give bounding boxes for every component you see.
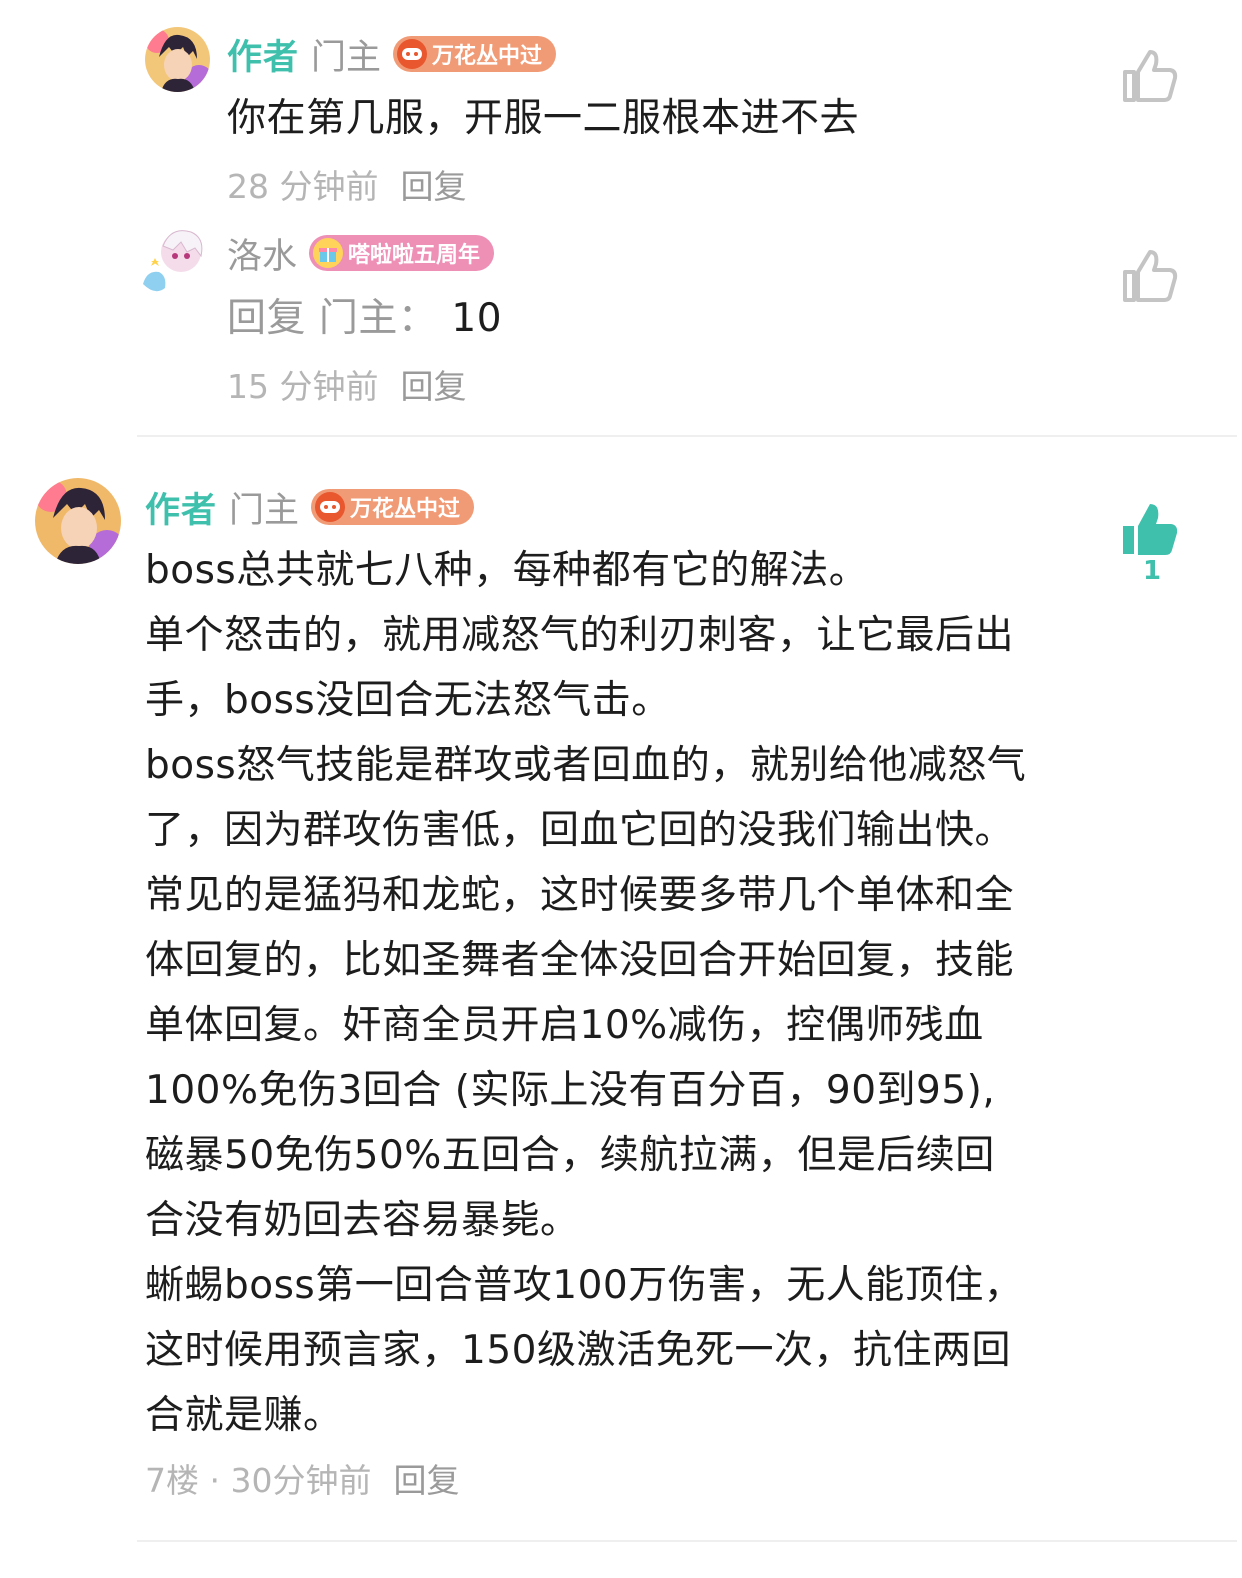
gamepad-icon xyxy=(315,492,346,522)
divider xyxy=(137,1540,1237,1542)
author-tag: 作者 xyxy=(227,37,300,78)
medal-label: 万花丛中过 xyxy=(432,44,543,69)
thumbs-up-icon xyxy=(1123,250,1178,302)
like-button[interactable] xyxy=(1120,246,1180,306)
gamepad-icon xyxy=(397,39,428,69)
timestamp: 15 分钟前 xyxy=(227,367,379,406)
post-line: boss总共就七八种，每种都有它的解法。 xyxy=(145,548,869,593)
gift-icon xyxy=(313,238,344,268)
username[interactable]: 门主 xyxy=(229,482,299,533)
avatar[interactable] xyxy=(35,478,121,564)
username[interactable]: 门主 xyxy=(311,29,381,80)
avatar[interactable] xyxy=(137,226,209,298)
post-line: 磁暴50免伤50%五回合，续航拉满，但是后续回 xyxy=(145,1133,995,1178)
author-tag: 作者 xyxy=(145,490,218,531)
reply-text: 回复 门主： 10 xyxy=(227,286,502,351)
username[interactable]: 洛水 xyxy=(227,228,297,279)
avatar[interactable] xyxy=(145,27,210,92)
post-line: 合就是赚。 xyxy=(145,1393,343,1438)
post-line: 合没有奶回去容易暴毙。 xyxy=(145,1198,580,1243)
reply-button[interactable]: 回复 xyxy=(393,1461,459,1500)
post-line: 了，因为群攻伤害低，回血它回的没我们输出快。 xyxy=(145,808,1015,853)
medal-badge[interactable]: 万花丛中过 xyxy=(311,489,475,525)
post-line: 这时候用预言家，150级激活免死一次，抗住两回 xyxy=(145,1328,1011,1373)
medal-label: 万花丛中过 xyxy=(350,497,461,522)
floor-and-time: 7楼 · 30分钟前 xyxy=(145,1461,372,1500)
timestamp: 28 分钟前 xyxy=(227,167,379,206)
like-button[interactable] xyxy=(1120,500,1180,560)
thumbs-up-filled-icon xyxy=(1123,504,1178,555)
reply-text: 你在第几服，开服一二服根本进不去 xyxy=(227,96,860,141)
post-meta: 7楼 · 30分钟前 回复 xyxy=(145,1454,459,1502)
reply-button[interactable]: 回复 xyxy=(400,367,466,406)
post-line: boss怒气技能是群攻或者回血的，就别给他减怒气 xyxy=(145,743,1027,788)
post-line: 100%免伤3回合 (实际上没有百分百，90到95), xyxy=(145,1068,996,1113)
post-line: 常见的是猛犸和龙蛇，这时候要多带几个单体和全 xyxy=(145,873,1015,918)
reply-meta: 28 分钟前 回复 xyxy=(227,160,466,208)
medal-label: 嗒啦啦五周年 xyxy=(348,243,481,268)
reply-content: 10 xyxy=(451,296,503,341)
medal-badge[interactable]: 万花丛中过 xyxy=(393,36,557,72)
thumbs-up-icon xyxy=(1123,50,1178,102)
reply-button[interactable]: 回复 xyxy=(400,167,466,206)
reply-prefix[interactable]: 回复 门主： xyxy=(227,296,437,341)
medal-badge[interactable]: 嗒啦啦五周年 xyxy=(309,235,495,271)
divider xyxy=(137,435,1237,437)
post-line: 单个怒击的，就用减怒气的利刃刺客，让它最后出 xyxy=(145,613,1015,658)
post-line: 手，boss没回合无法怒气击。 xyxy=(145,678,671,723)
like-button[interactable] xyxy=(1120,46,1180,106)
like-count: 1 xyxy=(1143,556,1162,586)
post-line: 单体回复。奸商全员开启10%减伤，控偶师残血 xyxy=(145,1003,984,1048)
reply-meta: 15 分钟前 回复 xyxy=(227,360,466,408)
post-body: boss总共就七八种，每种都有它的解法。 单个怒击的，就用减怒气的利刃刺客，让它… xyxy=(145,538,1105,1448)
post-line: 体回复的，比如圣舞者全体没回合开始回复，技能 xyxy=(145,938,1015,983)
post-line: 蜥蜴boss第一回合普攻100万伤害，无人能顶住， xyxy=(145,1263,1024,1308)
